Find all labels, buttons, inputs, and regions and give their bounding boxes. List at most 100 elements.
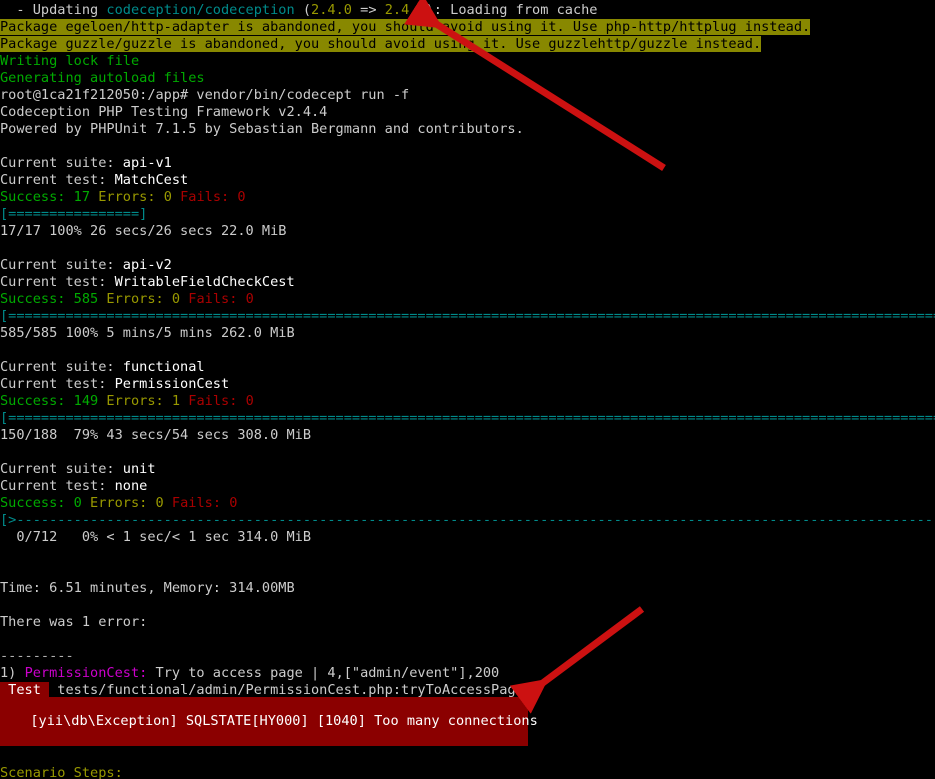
terminal-text: 150/188 79% 43 secs/54 secs 308.0 MiB [0, 427, 311, 443]
terminal-line-blank-7 [0, 597, 935, 614]
terminal-line-suite-apiv2: Current suite: api-v2 [0, 257, 935, 274]
terminal-text: functional [122, 359, 205, 375]
terminal-line-time-memory: Time: 6.51 minutes, Memory: 314.00MB [0, 580, 935, 597]
terminal-line-shell-prompt-command: root@1ca21f212050:/app# vendor/bin/codec… [0, 87, 935, 104]
terminal-line-stats-apiv1: Success: 17 Errors: 0 Fails: 0 [0, 189, 935, 206]
terminal-line-stats-functional: Success: 149 Errors: 1 Fails: 0 [0, 393, 935, 410]
terminal-line-test-apiv2: Current test: WritableFieldCheckCest [0, 274, 935, 291]
sql-exception-block: [yii\db\Exception] SQLSTATE[HY000] [1040… [0, 697, 538, 746]
terminal-text: Powered by PHPUnit 7.1.5 by Sebastian Be… [0, 121, 524, 137]
terminal-text: 1 [171, 393, 181, 409]
terminal-text: Test [0, 682, 50, 698]
terminal-text: Errors: [98, 189, 164, 205]
terminal-text: PermissionCest [114, 376, 230, 392]
terminal-text: [>--------------------------------------… [0, 512, 935, 528]
terminal-text: codeception/codeception [106, 2, 295, 18]
terminal-text: none [114, 478, 148, 494]
terminal-text: Current test: [0, 478, 115, 494]
terminal-line-bar-unit: [>--------------------------------------… [0, 512, 935, 529]
terminal-text: => [351, 2, 385, 18]
terminal-text: 2.4.4 [384, 2, 426, 18]
terminal-text: Current suite: [0, 257, 123, 273]
terminal-line-blank-6 [0, 563, 935, 580]
terminal-text: Current test: [0, 376, 115, 392]
terminal-line-blank-1 [0, 138, 935, 155]
terminal-line-writing-lock-file: Writing lock file [0, 53, 935, 70]
terminal-output[interactable]: - Updating codeception/codeception (2.4.… [0, 0, 935, 699]
terminal-text: 0 [73, 495, 82, 511]
terminal-text: Current suite: [0, 155, 123, 171]
terminal-text: 0 [163, 189, 172, 205]
terminal-text: [=======================================… [0, 308, 935, 324]
terminal-text: Errors: [106, 291, 172, 307]
terminal-text: Writing lock file [0, 53, 140, 69]
terminal-text: Generating autoload files [0, 70, 205, 86]
terminal-text: Codeception PHP Testing Framework v2.4.4 [0, 104, 328, 120]
terminal-text: 0 [237, 189, 246, 205]
terminal-line-error-heading: 1) PermissionCest: Try to access page | … [0, 665, 935, 682]
terminal-text: MatchCest [114, 172, 189, 188]
terminal-line-blank-5 [0, 546, 935, 563]
terminal-text: - Updating [0, 2, 107, 18]
terminal-text: Current suite: [0, 461, 123, 477]
terminal-text: 2.4.0 [311, 2, 352, 18]
terminal-line-suite-functional: Current suite: functional [0, 359, 935, 376]
terminal-text: 0/712 0% < 1 sec/< 1 sec 314.0 MiB [0, 529, 311, 545]
terminal-text: Fails: [188, 393, 246, 409]
terminal-line-test-apiv1: Current test: MatchCest [0, 172, 935, 189]
terminal-text: 149 [73, 393, 99, 409]
terminal-line-suite-unit: Current suite: unit [0, 461, 935, 478]
terminal-line-blank-8 [0, 631, 935, 648]
terminal-text: 17/17 100% 26 secs/26 secs 22.0 MiB [0, 223, 287, 239]
terminal-line-suite-apiv1: Current suite: api-v1 [0, 155, 935, 172]
sql-exception-message: [yii\db\Exception] SQLSTATE[HY000] [1040… [14, 713, 538, 729]
terminal-line-generating-autoload: Generating autoload files [0, 70, 935, 87]
terminal-text: Success: [0, 189, 74, 205]
terminal-text: --------- [0, 648, 74, 664]
terminal-line-blank-3 [0, 342, 935, 359]
terminal-text: tests/functional/admin/PermissionCest.ph… [49, 682, 524, 698]
terminal-text: [=======================================… [0, 410, 935, 426]
terminal-line-codeception-version: Codeception PHP Testing Framework v2.4.4 [0, 104, 935, 121]
terminal-text: 1) [0, 665, 25, 681]
terminal-line-warn-guzzle: Package guzzle/guzzle is abandoned, you … [0, 36, 935, 53]
terminal-text: Errors: [90, 495, 156, 511]
terminal-text: Fails: [171, 495, 230, 511]
terminal-text: PermissionCest: [24, 665, 148, 681]
terminal-text: Success: [0, 393, 74, 409]
terminal-text: 17 [73, 189, 91, 205]
terminal-text: WritableFieldCheckCest [114, 274, 295, 290]
terminal-text: 0 [245, 393, 254, 409]
terminal-line-stats-unit: Success: 0 Errors: 0 Fails: 0 [0, 495, 935, 512]
terminal-text: Fails: [188, 291, 246, 307]
terminal-line-test-functional: Current test: PermissionCest [0, 376, 935, 393]
terminal-line-composer-updating: - Updating codeception/codeception (2.4.… [0, 2, 935, 19]
terminal-text: Success: [0, 291, 74, 307]
terminal-line-bar-apiv1: [================] [0, 206, 935, 223]
terminal-line-test-unit: Current test: none [0, 478, 935, 495]
terminal-line-there-was-error: There was 1 error: [0, 614, 935, 631]
terminal-line-progress-functional: 150/188 79% 43 secs/54 secs 308.0 MiB [0, 427, 935, 444]
terminal-text: 0 [171, 291, 181, 307]
terminal-line-warn-http-adapter: Package egeloen/http-adapter is abandone… [0, 19, 935, 36]
terminal-text: [================] [0, 206, 148, 222]
terminal-text: 585 [73, 291, 99, 307]
terminal-text: ): Loading from cache [425, 2, 598, 18]
terminal-text: api-v2 [122, 257, 172, 273]
terminal-text: api-v1 [122, 155, 172, 171]
terminal-text: root@1ca21f212050:/app# vendor/bin/codec… [0, 87, 410, 103]
terminal-line-progress-apiv1: 17/17 100% 26 secs/26 secs 22.0 MiB [0, 223, 935, 240]
terminal-text: Current test: [0, 274, 115, 290]
terminal-text: Fails: [180, 189, 238, 205]
terminal-text: Errors: [106, 393, 172, 409]
terminal-line-progress-unit: 0/712 0% < 1 sec/< 1 sec 314.0 MiB [0, 529, 935, 546]
